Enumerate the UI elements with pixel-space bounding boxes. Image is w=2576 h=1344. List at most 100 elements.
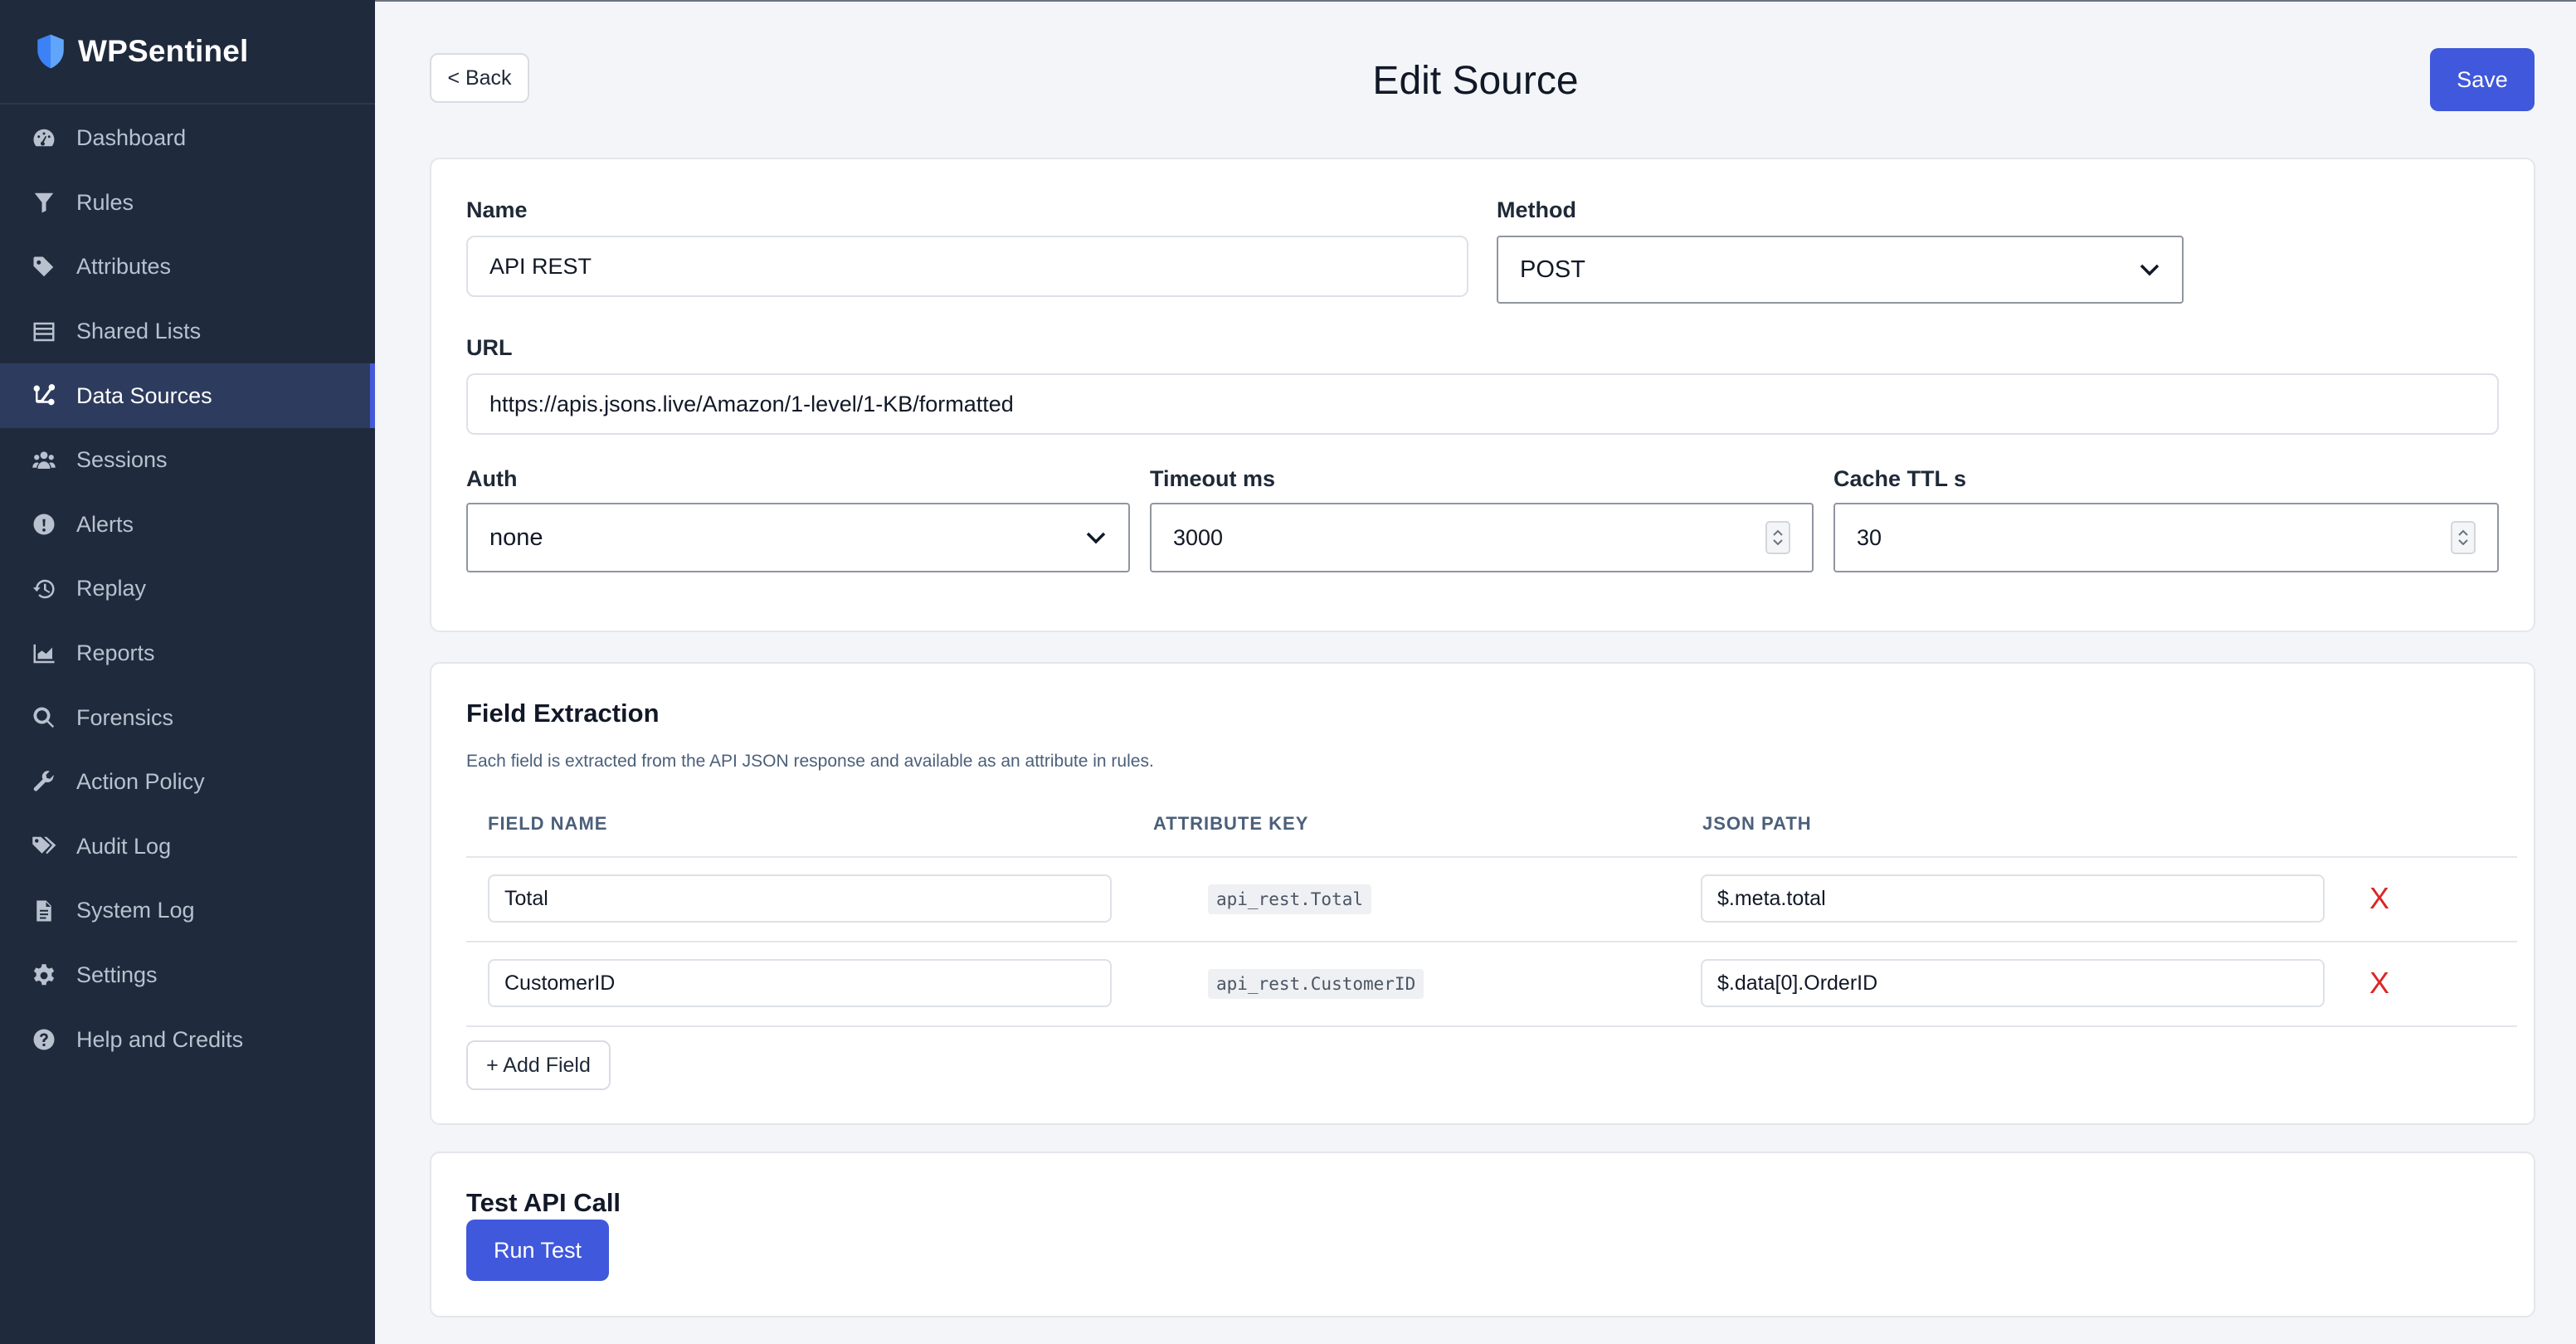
list-icon (33, 322, 55, 341)
app-name: WPSentinel (78, 34, 249, 68)
sidebar-item-shared-lists[interactable]: Shared Lists (0, 299, 375, 364)
tags-icon (32, 837, 56, 855)
sidebar-item-help-and-credits[interactable]: Help and Credits (0, 1007, 375, 1072)
row-divider (466, 1025, 2517, 1027)
chevron-down-icon (2140, 264, 2160, 276)
sidebar-item-label: Audit Log (76, 833, 172, 859)
column-header-field-name: FIELD NAME (488, 813, 608, 834)
file-icon (37, 900, 51, 922)
name-input[interactable]: API REST (466, 236, 1468, 297)
tag-icon (33, 256, 54, 277)
main-content: < Back Edit Source Save Name API REST Me… (375, 0, 2576, 1344)
name-label: Name (466, 197, 528, 222)
sidebar-item-sessions[interactable]: Sessions (0, 428, 375, 493)
cache-ttl-value: 30 (1857, 524, 1882, 550)
sidebar-item-alerts[interactable]: Alerts (0, 493, 375, 558)
add-field-button[interactable]: + Add Field (466, 1040, 611, 1090)
sidebar-item-dashboard[interactable]: Dashboard (0, 106, 375, 171)
timeout-label: Timeout ms (1150, 466, 1276, 491)
sidebar-item-label: Shared Lists (76, 319, 202, 344)
sidebar-item-rules[interactable]: Rules (0, 171, 375, 236)
chevron-up-icon (1773, 529, 1783, 536)
table-header-divider (466, 856, 2517, 858)
sidebar-nav: Dashboard Rules Attributes Shared Lists … (0, 105, 375, 1072)
sidebar-item-replay[interactable]: Replay (0, 557, 375, 621)
field-extraction-card: Field Extraction Each field is extracted… (430, 662, 2535, 1125)
sidebar-item-label: Rules (76, 189, 134, 215)
sidebar-item-forensics[interactable]: Forensics (0, 685, 375, 750)
history-icon (32, 579, 55, 599)
connection-icon (33, 384, 56, 406)
field-name-input[interactable]: Total (488, 874, 1112, 923)
brand[interactable]: WPSentinel (0, 0, 375, 105)
auth-label: Auth (466, 466, 518, 491)
field-extraction-helper: Each field is extracted from the API JSO… (466, 752, 1154, 771)
sidebar-item-reports[interactable]: Reports (0, 621, 375, 686)
timeout-value: 3000 (1173, 524, 1224, 550)
chevron-down-icon (1086, 532, 1106, 544)
attribute-key: api_rest.CustomerID (1208, 969, 1424, 999)
attribute-key: api_rest.Total (1208, 884, 1372, 914)
test-api-title: Test API Call (466, 1188, 621, 1217)
sidebar-item-attributes[interactable]: Attributes (0, 235, 375, 299)
sidebar-item-label: Reports (76, 640, 155, 666)
sidebar-item-label: Data Sources (76, 382, 212, 408)
cache-ttl-input[interactable]: 30 (1833, 503, 2499, 572)
gear-icon (33, 963, 55, 985)
json-path-input[interactable]: $.data[0].OrderID (1701, 959, 2325, 1007)
sidebar-item-action-policy[interactable]: Action Policy (0, 750, 375, 815)
method-label: Method (1497, 197, 1576, 222)
sidebar-item-settings[interactable]: Settings (0, 943, 375, 1008)
url-input[interactable]: https://apis.jsons.live/Amazon/1-level/1… (466, 373, 2499, 435)
auth-value: none (489, 523, 543, 551)
sidebar-item-label: Dashboard (76, 125, 187, 151)
url-label: URL (466, 335, 513, 360)
sidebar-item-label: Attributes (76, 254, 172, 280)
chart-icon (33, 644, 55, 663)
field-name-input[interactable]: CustomerID (488, 959, 1112, 1007)
sidebar-item-label: Sessions (76, 447, 168, 473)
field-extraction-title: Field Extraction (466, 699, 660, 728)
sidebar-item-label: Forensics (76, 704, 174, 730)
filter-icon (34, 193, 54, 213)
sidebar-item-label: Alerts (76, 511, 134, 537)
method-value: POST (1520, 256, 1585, 283)
sidebar-item-label: Action Policy (76, 769, 205, 795)
timeout-input[interactable]: 3000 (1150, 503, 1814, 572)
sidebar-item-audit-log[interactable]: Audit Log (0, 815, 375, 879)
page-title: Edit Source (1372, 59, 1579, 103)
timeout-stepper[interactable] (1765, 521, 1790, 554)
wrench-icon (33, 770, 54, 791)
top-divider (375, 0, 2576, 2)
chevron-up-icon (2458, 529, 2468, 536)
sidebar-item-label: Settings (76, 962, 158, 988)
cache-ttl-label: Cache TTL s (1833, 466, 1967, 491)
source-settings-card: Name API REST Method POST URL https://ap… (430, 158, 2535, 632)
chevron-down-icon (2458, 539, 2468, 546)
auth-select[interactable]: none (466, 503, 1130, 572)
json-path-input[interactable]: $.meta.total (1701, 874, 2325, 923)
sidebar: WPSentinel Dashboard Rules Attributes Sh… (0, 0, 375, 1344)
shield-icon (37, 34, 64, 69)
column-header-attribute-key: ATTRIBUTE KEY (1153, 813, 1309, 834)
sidebar-item-system-log[interactable]: System Log (0, 879, 375, 943)
gauge-icon (33, 129, 55, 147)
delete-field-button[interactable]: X (2369, 966, 2389, 1001)
help-icon (33, 1029, 55, 1050)
method-select[interactable]: POST (1497, 236, 2184, 304)
chevron-down-icon (1773, 539, 1783, 546)
column-header-json-path: JSON PATH (1702, 813, 1812, 834)
users-icon (32, 451, 56, 469)
delete-field-button[interactable]: X (2369, 881, 2389, 916)
alert-icon (33, 514, 55, 535)
sidebar-item-label: Help and Credits (76, 1026, 244, 1052)
search-icon (33, 707, 55, 728)
cache-ttl-stepper[interactable] (2451, 521, 2476, 554)
sidebar-item-label: Replay (76, 576, 147, 601)
test-api-card: Test API Call Run Test (430, 1152, 2535, 1317)
row-divider (466, 941, 2517, 942)
run-test-button[interactable]: Run Test (466, 1220, 609, 1281)
sidebar-item-label: System Log (76, 898, 195, 923)
sidebar-item-data-sources[interactable]: Data Sources (0, 363, 375, 428)
save-button[interactable]: Save (2430, 48, 2535, 111)
